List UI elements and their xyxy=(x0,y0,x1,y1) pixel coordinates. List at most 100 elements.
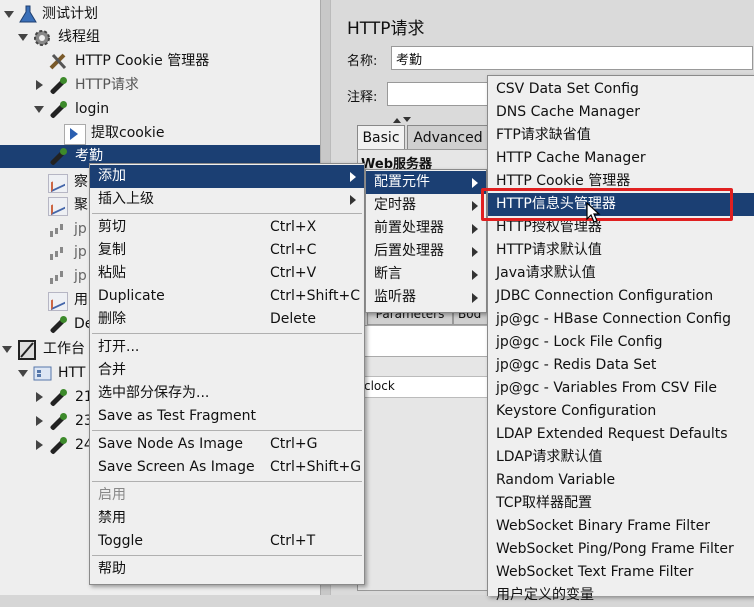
submenu-arrow-icon xyxy=(350,172,356,182)
submenu-item-listener[interactable]: 监听器 xyxy=(366,286,486,309)
menu-item-label: 添加 xyxy=(98,168,126,184)
collapse-icon[interactable] xyxy=(2,346,12,353)
submenu-item-post-processor[interactable]: 后置处理器 xyxy=(366,240,486,263)
tree-node-listener[interactable]: jp xyxy=(0,241,100,264)
menu-item-delete[interactable]: 删除 Delete xyxy=(90,308,364,331)
menu-item-label: WebSocket Ping/Pong Frame Filter xyxy=(496,541,734,557)
menu-item-label: 前置处理器 xyxy=(374,220,444,236)
tree-node-http-request[interactable]: HTTP请求 xyxy=(0,74,320,97)
menu-item-label: WebSocket Binary Frame Filter xyxy=(496,518,711,534)
config-item-ldap-request-defaults[interactable]: LDAP请求默认值 xyxy=(488,446,754,469)
menu-item-help[interactable]: 帮助 xyxy=(90,558,364,581)
config-item-variables-from-csv[interactable]: jp@gc - Variables From CSV File xyxy=(488,377,754,400)
wrench-icon xyxy=(48,52,68,71)
menu-item-label: 合并 xyxy=(98,362,126,378)
resize-arrows-icon[interactable] xyxy=(391,112,413,123)
submenu-item-pre-processor[interactable]: 前置处理器 xyxy=(366,217,486,240)
menu-item-save-as-test-fragment[interactable]: Save as Test Fragment xyxy=(90,405,364,428)
tree-node-listener[interactable]: jp xyxy=(0,218,100,241)
config-item-dns-cache-manager[interactable]: DNS Cache Manager xyxy=(488,101,754,124)
config-item-ftp-defaults[interactable]: FTP请求缺省值 xyxy=(488,124,754,147)
tree-node-listener[interactable]: 察 xyxy=(0,171,100,194)
tree-node-debug[interactable]: De xyxy=(0,313,100,336)
config-item-keystore-configuration[interactable]: Keystore Configuration xyxy=(488,400,754,423)
tree-node-label: jp xyxy=(74,268,87,284)
expand-icon[interactable] xyxy=(36,392,43,402)
submenu-item-timer[interactable]: 定时器 xyxy=(366,194,486,217)
menu-item-toggle[interactable]: Toggle Ctrl+T xyxy=(90,530,364,553)
add-submenu: 配置元件 定时器 前置处理器 后置处理器 断言 监听器 xyxy=(365,169,487,313)
tree-node-recorded-23[interactable]: 23 xyxy=(0,410,100,433)
config-item-lock-file-config[interactable]: jp@gc - Lock File Config xyxy=(488,331,754,354)
submenu-arrow-icon xyxy=(472,293,478,303)
menu-item-shortcut: Ctrl+G xyxy=(270,436,318,452)
sampler-icon xyxy=(48,101,68,119)
config-item-http-cache-manager[interactable]: HTTP Cache Manager xyxy=(488,147,754,170)
menu-item-paste[interactable]: 粘贴 Ctrl+V xyxy=(90,262,364,285)
menu-item-label: LDAP请求默认值 xyxy=(496,449,603,465)
collapse-icon[interactable] xyxy=(18,370,28,377)
tree-node-label: 测试计划 xyxy=(42,6,98,22)
collapse-icon[interactable] xyxy=(18,34,28,41)
tree-node-workbench-child[interactable]: HTT xyxy=(0,362,100,385)
workbench-icon xyxy=(17,340,37,360)
expand-icon[interactable] xyxy=(36,80,43,90)
menu-item-label: 插入上级 xyxy=(98,191,154,207)
menu-item-label: 后置处理器 xyxy=(374,243,444,259)
tab-advanced[interactable]: Advanced xyxy=(407,125,489,150)
tree-node-test-plan[interactable]: 测试计划 xyxy=(0,3,320,26)
tree-node-label: 工作台 xyxy=(43,341,85,357)
menu-item-label: jp@gc - Lock File Config xyxy=(496,334,663,350)
config-item-user-defined-variables[interactable]: 用户定义的变量 xyxy=(488,584,754,607)
expand-icon[interactable] xyxy=(36,440,43,450)
menu-separator xyxy=(92,213,362,214)
config-item-ldap-extended-defaults[interactable]: LDAP Extended Request Defaults xyxy=(488,423,754,446)
menu-item-save-screen-as-image[interactable]: Save Screen As Image Ctrl+Shift+G xyxy=(90,456,364,479)
menu-item-label: 帮助 xyxy=(98,561,126,577)
menu-item-label: Random Variable xyxy=(496,472,616,488)
tree-node-listener[interactable]: 用 xyxy=(0,289,100,312)
tree-node-workbench[interactable]: 工作台 xyxy=(0,338,100,361)
config-item-websocket-binary-filter[interactable]: WebSocket Binary Frame Filter xyxy=(488,515,754,538)
menu-item-disable[interactable]: 禁用 xyxy=(90,507,364,530)
proxy-icon xyxy=(33,364,53,383)
menu-item-cut[interactable]: 剪切 Ctrl+X xyxy=(90,216,364,239)
tree-node-recorded-24[interactable]: 24 xyxy=(0,434,100,457)
menu-item-duplicate[interactable]: Duplicate Ctrl+Shift+C xyxy=(90,285,364,308)
config-item-tcp-sampler-config[interactable]: TCP取样器配置 xyxy=(488,492,754,515)
config-item-java-request-defaults[interactable]: Java请求默认值 xyxy=(488,262,754,285)
submenu-item-assertion[interactable]: 断言 xyxy=(366,263,486,286)
config-item-hbase-connection[interactable]: jp@gc - HBase Connection Config xyxy=(488,308,754,331)
submenu-arrow-icon xyxy=(472,178,478,188)
tree-node-recorded-21[interactable]: 21 xyxy=(0,386,100,409)
menu-item-add[interactable]: 添加 xyxy=(90,165,364,188)
menu-item-insert-parent[interactable]: 插入上级 xyxy=(90,188,364,211)
tree-node-extract-cookie[interactable]: 提取cookie xyxy=(0,122,320,145)
sampler-icon xyxy=(48,413,68,431)
menu-item-save-selection-as[interactable]: 选中部分保存为... xyxy=(90,382,364,405)
submenu-item-config-element[interactable]: 配置元件 xyxy=(366,171,486,194)
config-item-websocket-ping-pong-filter[interactable]: WebSocket Ping/Pong Frame Filter xyxy=(488,538,754,561)
menu-item-open[interactable]: 打开... xyxy=(90,336,364,359)
menu-item-save-node-as-image[interactable]: Save Node As Image Ctrl+G xyxy=(90,433,364,456)
menu-item-copy[interactable]: 复制 Ctrl+C xyxy=(90,239,364,262)
collapse-icon[interactable] xyxy=(4,11,14,18)
config-item-websocket-text-filter[interactable]: WebSocket Text Frame Filter xyxy=(488,561,754,584)
param-clock: clock xyxy=(364,379,395,393)
config-item-csv-data-set[interactable]: CSV Data Set Config xyxy=(488,78,754,101)
tree-node-cookie-manager[interactable]: HTTP Cookie 管理器 xyxy=(0,50,320,73)
collapse-icon[interactable] xyxy=(34,106,44,113)
tree-node-login[interactable]: login xyxy=(0,98,320,121)
chart-icon xyxy=(48,197,68,216)
name-input[interactable]: 考勤 xyxy=(391,46,753,70)
config-item-jdbc-connection[interactable]: JDBC Connection Configuration xyxy=(488,285,754,308)
config-item-http-request-defaults[interactable]: HTTP请求默认值 xyxy=(488,239,754,262)
config-item-random-variable[interactable]: Random Variable xyxy=(488,469,754,492)
tree-node-thread-group[interactable]: 线程组 xyxy=(0,26,320,49)
expand-icon[interactable] xyxy=(36,416,43,426)
menu-item-merge[interactable]: 合并 xyxy=(90,359,364,382)
tree-node-listener[interactable]: 聚 xyxy=(0,194,100,217)
config-item-redis-data-set[interactable]: jp@gc - Redis Data Set xyxy=(488,354,754,377)
tree-node-listener[interactable]: jp xyxy=(0,265,100,288)
tab-basic[interactable]: Basic xyxy=(357,125,405,150)
